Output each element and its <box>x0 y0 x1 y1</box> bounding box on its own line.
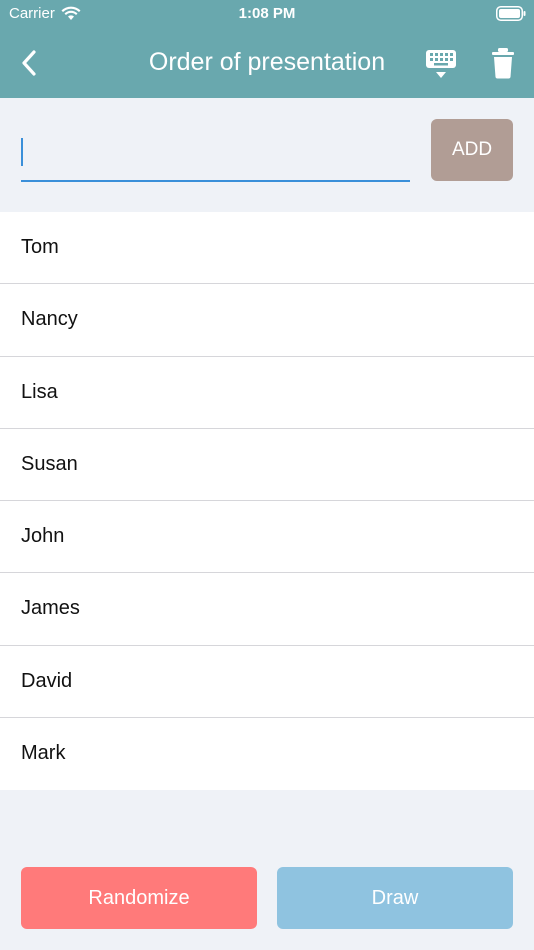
list-item[interactable]: Nancy <box>0 284 534 357</box>
add-button[interactable]: ADD <box>431 119 513 181</box>
list-item[interactable]: Tom <box>0 212 534 285</box>
nav-bar: Order of presentation <box>0 28 534 98</box>
randomize-button[interactable]: Randomize <box>21 867 257 929</box>
list-item[interactable]: James <box>0 573 534 646</box>
name-input[interactable] <box>21 132 410 182</box>
list-item[interactable]: Mark <box>0 718 534 790</box>
keyboard-hide-icon[interactable] <box>424 48 458 80</box>
text-caret <box>21 138 23 166</box>
name-list: Tom Nancy Lisa Susan John James David Ma… <box>0 212 534 790</box>
list-item[interactable]: Lisa <box>0 357 534 429</box>
input-row: ADD <box>0 98 534 212</box>
status-time: 1:08 PM <box>238 5 296 22</box>
list-item[interactable]: John <box>0 501 534 574</box>
trash-icon[interactable] <box>489 47 517 79</box>
app-header: Carrier 1:08 PM Order of presentation <box>0 0 534 98</box>
draw-button[interactable]: Draw <box>277 867 513 929</box>
status-bar: Carrier 1:08 PM <box>0 0 534 28</box>
list-item[interactable]: Susan <box>0 429 534 501</box>
list-item[interactable]: David <box>0 646 534 718</box>
battery-icon <box>496 6 526 21</box>
